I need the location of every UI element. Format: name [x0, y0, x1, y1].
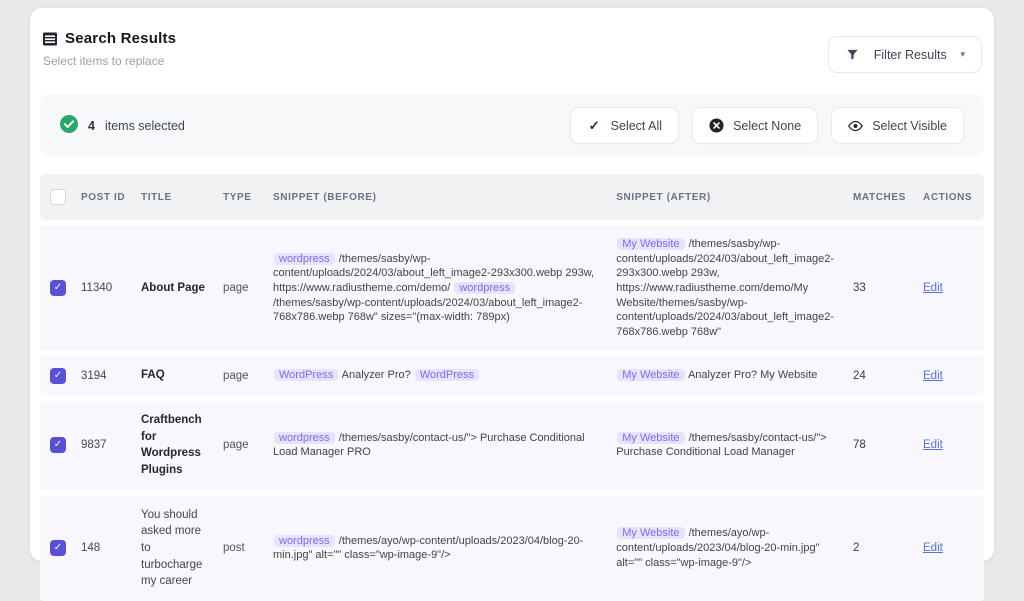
- page-subtitle: Select items to replace: [43, 54, 176, 68]
- select-none-button[interactable]: Select None: [692, 107, 818, 144]
- highlight-chip: wordpress: [274, 432, 335, 444]
- highlight-chip: My Website: [617, 527, 684, 539]
- match-count: 2: [848, 542, 918, 554]
- row-checkbox[interactable]: ✓: [50, 540, 66, 556]
- post-id: 148: [76, 542, 136, 554]
- match-count: 78: [848, 439, 918, 451]
- highlight-chip: My Website: [617, 238, 684, 250]
- highlight-chip: WordPress: [274, 369, 338, 381]
- snippet-after: My Website /themes/sasby/contact-us/"> P…: [611, 431, 848, 460]
- list-icon: [42, 31, 58, 47]
- search-results-card: Search Results Select items to replace F…: [30, 8, 994, 561]
- match-count: 24: [848, 370, 918, 382]
- table-header-row: POST ID TITLE TYPE SNIPPET (BEFORE) SNIP…: [40, 174, 984, 220]
- snippet-before: wordpress /themes/sasby/contact-us/"> Pu…: [268, 431, 611, 460]
- column-header-title: TITLE: [136, 192, 218, 203]
- column-header-matches: MATCHES: [848, 192, 918, 203]
- select-all-label: Select All: [611, 119, 662, 133]
- selection-bar: 4 items selected ✓ Select All Select Non…: [40, 94, 984, 157]
- row-type: page: [218, 439, 268, 451]
- column-header-actions: ACTIONS: [918, 192, 984, 203]
- results-table: POST ID TITLE TYPE SNIPPET (BEFORE) SNIP…: [40, 174, 984, 601]
- check-icon: ✓: [587, 118, 602, 134]
- select-all-button[interactable]: ✓ Select All: [570, 107, 679, 144]
- check-icon: ✓: [54, 283, 62, 293]
- snippet-after: My Website /themes/ayo/wp-content/upload…: [611, 526, 848, 570]
- eye-icon: [848, 120, 863, 132]
- success-check-icon: [60, 115, 78, 136]
- select-none-label: Select None: [733, 119, 801, 133]
- snippet-after: My Website Analyzer Pro? My Website: [611, 368, 848, 383]
- row-type: post: [218, 542, 268, 554]
- snippet-before: WordPress Analyzer Pro? WordPress: [268, 368, 611, 383]
- post-id: 9837: [76, 439, 136, 451]
- select-all-checkbox[interactable]: [50, 189, 66, 205]
- check-icon: ✓: [54, 440, 62, 450]
- table-row: ✓ 9837 Craftbench for Wordpress Plugins …: [40, 401, 984, 490]
- column-header-snippet-after: SNIPPET (AFTER): [611, 192, 848, 203]
- snippet-text: Analyzer Pro?: [339, 369, 414, 381]
- snippet-text: /themes/sasby/wp-content/uploads/2024/03…: [273, 297, 582, 324]
- table-row: ✓ 148 You should asked more to turbochar…: [40, 496, 984, 601]
- card-header: Search Results Select items to replace F…: [40, 30, 984, 73]
- highlight-chip: My Website: [617, 432, 684, 444]
- row-checkbox[interactable]: ✓: [50, 437, 66, 453]
- selected-label: items selected: [105, 119, 185, 133]
- highlight-chip: wordpress: [274, 535, 335, 547]
- row-checkbox[interactable]: ✓: [50, 368, 66, 384]
- highlight-chip: wordpress: [454, 282, 515, 294]
- highlight-chip: WordPress: [415, 369, 479, 381]
- column-header-post-id: POST ID: [76, 192, 136, 203]
- edit-link[interactable]: Edit: [923, 370, 943, 382]
- select-visible-button[interactable]: Select Visible: [831, 107, 964, 144]
- row-title: FAQ: [136, 367, 218, 384]
- highlight-chip: wordpress: [274, 253, 335, 265]
- match-count: 33: [848, 282, 918, 294]
- post-id: 3194: [76, 370, 136, 382]
- snippet-before: wordpress /themes/sasby/wp-content/uploa…: [268, 252, 611, 325]
- column-header-type: TYPE: [218, 192, 268, 203]
- snippet-before: wordpress /themes/ayo/wp-content/uploads…: [268, 534, 611, 563]
- select-visible-label: Select Visible: [872, 119, 947, 133]
- row-checkbox[interactable]: ✓: [50, 280, 66, 296]
- snippet-text: /themes/sasby/wp-content/uploads/2024/03…: [616, 238, 834, 338]
- filter-button-label: Filter Results: [874, 48, 947, 62]
- table-row: ✓ 3194 FAQ page WordPress Analyzer Pro? …: [40, 356, 984, 395]
- edit-link[interactable]: Edit: [923, 282, 943, 294]
- filter-results-button[interactable]: Filter Results ▾: [828, 36, 982, 73]
- edit-link[interactable]: Edit: [923, 542, 943, 554]
- row-title: Craftbench for Wordpress Plugins: [136, 412, 218, 479]
- check-icon: ✓: [54, 543, 62, 553]
- column-header-snippet-before: SNIPPET (BEFORE): [268, 192, 611, 203]
- highlight-chip: My Website: [617, 369, 684, 381]
- x-circle-icon: [709, 118, 724, 133]
- selected-count: 4: [88, 119, 95, 133]
- funnel-icon: [845, 48, 860, 61]
- snippet-after: My Website /themes/sasby/wp-content/uplo…: [611, 237, 848, 339]
- row-type: page: [218, 370, 268, 382]
- chevron-down-icon: ▾: [960, 49, 965, 60]
- snippet-text: Analyzer Pro? My Website: [686, 369, 818, 381]
- page-title: Search Results: [65, 30, 176, 47]
- table-row: ✓ 11340 About Page page wordpress /theme…: [40, 226, 984, 350]
- post-id: 11340: [76, 282, 136, 294]
- check-icon: ✓: [54, 371, 62, 381]
- row-title: About Page: [136, 280, 218, 297]
- edit-link[interactable]: Edit: [923, 439, 943, 451]
- row-type: page: [218, 282, 268, 294]
